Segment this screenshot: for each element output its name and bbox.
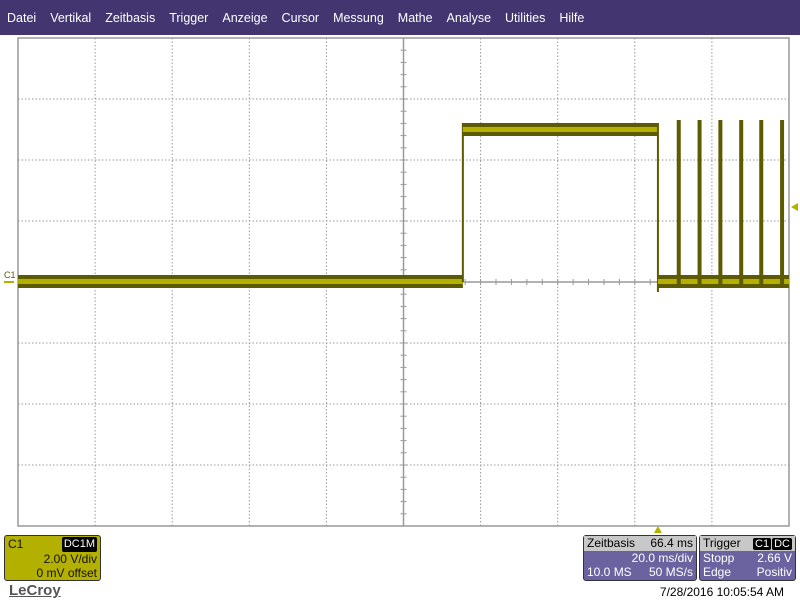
- menu-utilities[interactable]: Utilities: [505, 11, 545, 25]
- lecroy-logo: LeCroy: [9, 582, 61, 599]
- menu-trigger[interactable]: Trigger: [169, 11, 208, 25]
- timestamp: 7/28/2016 10:05:54 AM: [659, 585, 784, 599]
- timebase-scale: 20.0 ms/div: [631, 550, 693, 565]
- trigger-label: Trigger: [703, 536, 741, 550]
- channel-name: C1: [8, 537, 24, 551]
- trace-low-segment-core: [18, 279, 463, 284]
- trace-pulse: [759, 120, 764, 286]
- trigger-source-badge: C1: [753, 538, 772, 550]
- timebase-delay: 66.4 ms: [650, 536, 693, 550]
- channel-coupling-badge: DC1M: [61, 537, 97, 552]
- trigger-slope: Positiv: [756, 565, 792, 579]
- timebase-descriptor[interactable]: Zeitbasis 66.4 ms 20.0 ms/div 10.0 MS 50 M…: [583, 535, 697, 581]
- trigger-type: Edge: [703, 565, 732, 579]
- trace-high-segment-core: [462, 127, 658, 132]
- menu-mathe[interactable]: Mathe: [398, 11, 433, 25]
- trigger-coupling-badge: DC: [772, 538, 792, 550]
- timebase-label: Zeitbasis: [587, 536, 636, 550]
- trigger-level: 2.66 V: [757, 550, 792, 565]
- trigger-position-marker-icon: [653, 526, 662, 533]
- trigger-mode: Stopp: [703, 550, 735, 565]
- menu-messung[interactable]: Messung: [333, 11, 384, 25]
- trace-pulse: [718, 120, 723, 286]
- menu-anzeige[interactable]: Anzeige: [222, 11, 267, 25]
- trace-pulse: [676, 120, 681, 286]
- menu-hilfe[interactable]: Hilfe: [559, 11, 584, 25]
- timebase-rate: 50 MS/s: [648, 565, 693, 579]
- trace-pulse: [780, 120, 785, 286]
- menu-bar: Datei Vertikal Zeitbasis Trigger Anzeige Curs…: [0, 0, 800, 35]
- trigger-level-marker-icon: [791, 203, 798, 211]
- menu-analyse[interactable]: Analyse: [447, 11, 491, 25]
- menu-cursor[interactable]: Cursor: [282, 11, 320, 25]
- menu-zeitbasis[interactable]: Zeitbasis: [105, 11, 155, 25]
- trigger-descriptor[interactable]: Trigger C1 DC Stopp 2.66 V Edge Positiv: [699, 535, 796, 581]
- menu-datei[interactable]: Datei: [7, 11, 36, 25]
- menu-vertikal[interactable]: Vertikal: [50, 11, 91, 25]
- trace-pulse: [697, 120, 702, 286]
- trace-pulse: [739, 120, 744, 286]
- timebase-samples: 10.0 MS: [587, 565, 632, 579]
- channel-scale: 2.00 V/div: [43, 551, 97, 566]
- channel-offset: 0 mV offset: [36, 566, 97, 580]
- waveform-display[interactable]: C1: [0, 35, 800, 535]
- channel-c1-descriptor[interactable]: C1 DC1M 2.00 V/div 0 mV offset: [4, 535, 101, 581]
- trace-label-c1: C1: [4, 270, 16, 280]
